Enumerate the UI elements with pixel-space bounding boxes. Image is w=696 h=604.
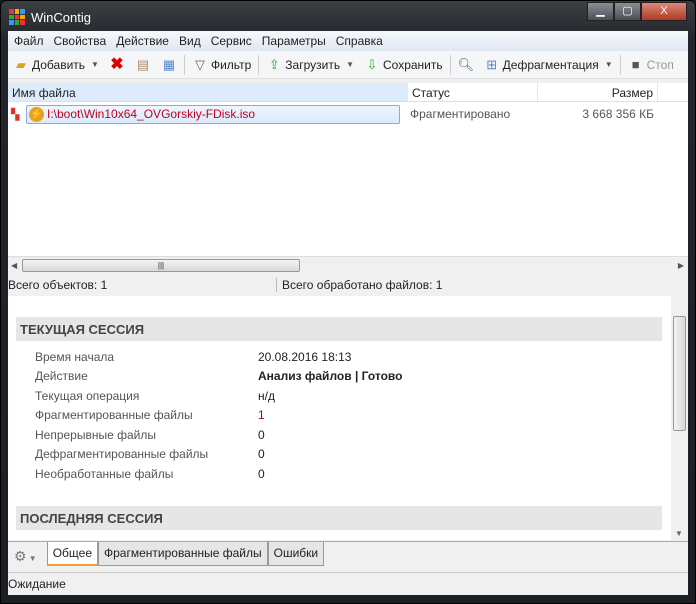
session-key: Фрагментированные файлы bbox=[35, 408, 193, 423]
last-session-header: ПОСЛЕДНЯЯ СЕССИЯ bbox=[16, 505, 662, 530]
maximize-button[interactable]: ▢ bbox=[614, 2, 641, 21]
session-value: 0 bbox=[258, 466, 265, 481]
stop-button[interactable]: ■ Стоп bbox=[625, 55, 677, 75]
table-row[interactable]: ▚ ⚡ I:\boot\Win10x64_OVGorskiy-FDisk.iso … bbox=[8, 104, 688, 124]
separator bbox=[619, 54, 621, 75]
separator bbox=[183, 54, 185, 75]
session-row: Время начала 20.08.2016 18:13 bbox=[8, 347, 688, 367]
stop-icon: ■ bbox=[631, 56, 640, 72]
session-row: Действие Анализ файлов | Готово bbox=[8, 367, 688, 387]
filter-button[interactable]: ▽ Фильтр bbox=[189, 55, 254, 75]
session-value: 0 bbox=[258, 447, 265, 462]
session-row: Необработанные файлы 0 bbox=[8, 464, 688, 484]
load-label: Загрузить bbox=[285, 57, 341, 72]
columns-button[interactable]: ▦ bbox=[158, 55, 180, 75]
scroll-right-icon[interactable]: ▶ bbox=[678, 261, 684, 270]
session-value: 0 bbox=[258, 427, 265, 442]
menu-view[interactable]: Вид bbox=[175, 31, 207, 51]
session-key: Действие bbox=[35, 369, 88, 384]
separator bbox=[449, 54, 451, 75]
session-key: Время начала bbox=[35, 349, 115, 364]
save-label: Сохранить bbox=[383, 57, 443, 72]
session-value: 20.08.2016 18:13 bbox=[258, 349, 352, 364]
scroll-thumb[interactable] bbox=[673, 316, 686, 431]
scroll-left-icon[interactable]: ◀ bbox=[8, 261, 17, 270]
current-session-header: ТЕКУЩАЯ СЕССИЯ bbox=[16, 317, 662, 341]
grid-icon: ▦ bbox=[162, 56, 176, 72]
remove-button[interactable]: ✖ bbox=[106, 55, 128, 75]
filter-label: Фильтр bbox=[210, 57, 252, 72]
tab-fragmented-files[interactable]: Фрагментированные файлы bbox=[98, 542, 268, 566]
file-name: I:\boot\Win10x64_OVGorskiy-FDisk.iso bbox=[47, 107, 256, 121]
fragment-icon: ▚ bbox=[11, 108, 20, 121]
properties-button[interactable]: ▤ bbox=[132, 55, 154, 75]
tab-general[interactable]: Общее bbox=[46, 542, 98, 566]
file-size: 3 668 356 КБ bbox=[582, 107, 654, 121]
close-button[interactable]: X bbox=[641, 2, 687, 21]
chevron-down-icon[interactable]: ▼ bbox=[605, 60, 613, 69]
status-bar: Ожидание bbox=[8, 572, 688, 595]
summary-bar: Всего объектов: 1 Всего обработано файло… bbox=[8, 275, 688, 295]
processed-files: Всего обработано файлов: 1 bbox=[276, 278, 442, 292]
chevron-down-icon[interactable]: ▼ bbox=[346, 60, 354, 69]
defrag-icon: ⊞ bbox=[486, 56, 498, 72]
file-status: Фрагментировано bbox=[410, 107, 511, 121]
add-folder-icon: ▰ bbox=[16, 56, 26, 72]
tab-bar: ⚙ ▼ Общее Фрагментированные файлы Ошибки bbox=[8, 541, 688, 569]
horizontal-scrollbar[interactable]: ◀ ||| ▶ bbox=[8, 256, 688, 273]
toolbar: ▰ Добавить ▼ ✖ ▤ ▦ ▽ Фильтр ⇪ Загрузить ▼ ⇩ Со… bbox=[8, 51, 688, 79]
total-objects: Всего объектов: 1 bbox=[8, 278, 108, 292]
menu-service[interactable]: Сервис bbox=[207, 31, 258, 51]
session-key: Дефрагментированные файлы bbox=[35, 447, 209, 462]
vertical-scrollbar[interactable]: ▼ bbox=[671, 296, 688, 540]
defrag-button[interactable]: ⊞ Дефрагментация ▼ bbox=[481, 55, 616, 75]
session-key: Текущая операция bbox=[35, 388, 140, 403]
scroll-thumb[interactable]: ||| bbox=[22, 258, 300, 272]
scroll-down-icon[interactable]: ▼ bbox=[675, 529, 683, 538]
add-label: Добавить bbox=[32, 57, 86, 72]
menu-action[interactable]: Действие bbox=[112, 31, 175, 51]
separator bbox=[258, 54, 260, 75]
session-value: 1 bbox=[258, 408, 265, 423]
file-list: Имя файла Статус Размер ▚ ⚡ I:\boot\Win10… bbox=[8, 83, 688, 256]
session-row: Непрерывные файлы 0 bbox=[8, 425, 688, 445]
app-icon bbox=[9, 9, 25, 25]
session-panel: ТЕКУЩАЯ СЕССИЯ Время начала 20.08.2016 18… bbox=[8, 296, 688, 540]
title-bar: WinContig bbox=[9, 5, 91, 29]
analyze-button[interactable]: 🔍︎ bbox=[455, 55, 477, 75]
minimize-button[interactable]: ▁ bbox=[587, 2, 614, 21]
stop-label: Стоп bbox=[646, 57, 674, 72]
properties-icon: ▤ bbox=[136, 56, 150, 72]
session-value: н/д bbox=[258, 388, 275, 403]
settings-gear-icon[interactable]: ⚙ ▼ bbox=[8, 542, 41, 565]
client-area: Файл Свойства Действие Вид Сервис Параме… bbox=[8, 31, 688, 595]
column-header-size[interactable]: Размер bbox=[538, 83, 658, 101]
filter-icon: ▽ bbox=[194, 56, 205, 72]
download-icon: ⇩ bbox=[366, 56, 378, 72]
tab-errors[interactable]: Ошибки bbox=[267, 542, 325, 566]
menu-help[interactable]: Справка bbox=[332, 31, 389, 51]
session-row: Текущая операция н/д bbox=[8, 386, 688, 406]
delete-icon: ✖ bbox=[110, 55, 124, 73]
column-header-filename[interactable]: Имя файла bbox=[8, 83, 408, 101]
menu-properties[interactable]: Свойства bbox=[50, 31, 113, 51]
column-header-status[interactable]: Статус bbox=[408, 83, 538, 101]
add-button[interactable]: ▰ Добавить ▼ bbox=[10, 55, 102, 75]
session-key: Непрерывные файлы bbox=[35, 427, 156, 442]
menu-bar: Файл Свойства Действие Вид Сервис Параме… bbox=[8, 31, 688, 51]
session-key: Необработанные файлы bbox=[35, 466, 174, 481]
menu-file[interactable]: Файл bbox=[10, 31, 50, 51]
menu-parameters[interactable]: Параметры bbox=[258, 31, 332, 51]
chevron-down-icon[interactable]: ▼ bbox=[91, 60, 99, 69]
session-row: Фрагментированные файлы 1 bbox=[8, 406, 688, 426]
defrag-label: Дефрагментация bbox=[502, 57, 599, 72]
save-button[interactable]: ⇩ Сохранить bbox=[361, 55, 446, 75]
load-button[interactable]: ⇪ Загрузить ▼ bbox=[263, 55, 357, 75]
lightning-file-icon: ⚡ bbox=[29, 106, 44, 122]
upload-icon: ⇪ bbox=[268, 56, 280, 72]
session-row: Дефрагментированные файлы 0 bbox=[8, 445, 688, 465]
window-title: WinContig bbox=[31, 9, 91, 25]
search-icon: 🔍︎ bbox=[457, 56, 475, 72]
session-value: Анализ файлов | Готово bbox=[258, 369, 403, 384]
